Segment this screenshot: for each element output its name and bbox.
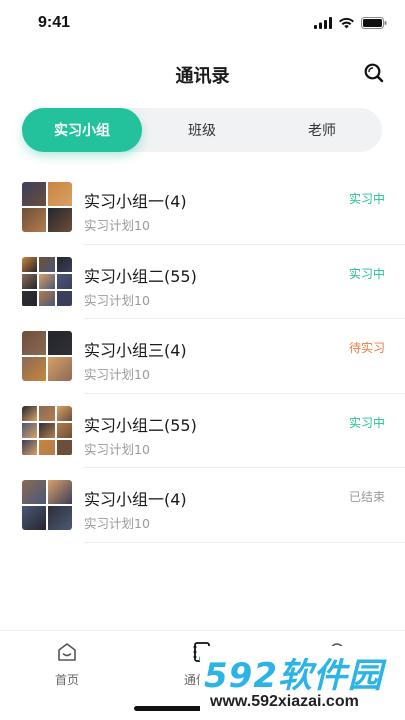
tab-teacher[interactable]: 老师 xyxy=(262,108,382,152)
home-icon xyxy=(58,643,76,661)
tab-class[interactable]: 班级 xyxy=(142,108,262,152)
group-avatar xyxy=(22,405,72,456)
status-badge: 待实习 xyxy=(348,341,385,355)
group-avatar xyxy=(22,256,72,307)
member-photo xyxy=(22,506,46,530)
group-plan: 实习计划10 xyxy=(84,367,150,382)
group-avatar xyxy=(22,480,72,530)
member-photo xyxy=(56,440,72,456)
list-item[interactable]: 实习小组一(4) 实习计划10 实习中 xyxy=(0,170,405,245)
status-bar: 9:41 xyxy=(0,0,405,48)
member-photo xyxy=(22,422,38,439)
watermark-logo: 592软件园 xyxy=(204,656,383,696)
nav-label-home: 首页 xyxy=(54,673,79,687)
member-photo xyxy=(39,256,55,272)
search-icon[interactable] xyxy=(363,62,385,84)
member-photo xyxy=(48,480,72,504)
tab-bar: 实习小组 班级 老师 xyxy=(22,108,382,152)
tab-internship-group[interactable]: 实习小组 xyxy=(22,108,142,152)
group-title: 实习小组一(4) xyxy=(84,192,187,211)
nav-item-home[interactable]: 首页 xyxy=(32,641,102,688)
battery-icon xyxy=(361,17,387,29)
group-title: 实习小组一(4) xyxy=(84,490,187,509)
member-photo xyxy=(22,331,46,355)
list-item[interactable]: 实习小组二(55) 实习计划10 实习中 xyxy=(0,394,405,468)
member-photo xyxy=(48,208,72,232)
group-avatar xyxy=(22,331,72,381)
member-photo xyxy=(39,273,55,290)
group-plan: 实习计划10 xyxy=(84,292,150,308)
status-badge: 实习中 xyxy=(348,415,385,430)
member-photo xyxy=(48,182,72,206)
member-photo xyxy=(22,273,38,290)
header: 通讯录 xyxy=(0,56,405,92)
group-avatar xyxy=(22,182,72,232)
member-photo xyxy=(56,256,72,272)
member-photo xyxy=(22,440,38,456)
member-photo xyxy=(56,273,72,290)
group-plan: 实习计划10 xyxy=(84,218,150,233)
status-time: 9:41 xyxy=(38,14,71,31)
cellular-signal-icon xyxy=(314,17,332,29)
status-badge: 实习中 xyxy=(348,266,385,281)
member-photo xyxy=(48,506,72,530)
member-photo xyxy=(22,291,38,307)
member-photo xyxy=(22,357,46,381)
group-title: 实习小组三(4) xyxy=(84,341,187,360)
list-item[interactable]: 实习小组三(4) 实习计划10 待实习 xyxy=(0,319,405,394)
watermark-url: www.592xiazai.com xyxy=(210,693,359,710)
member-photo xyxy=(48,331,72,355)
member-photo xyxy=(22,182,46,206)
page-title: 通讯录 xyxy=(175,66,230,87)
group-plan: 实习计划10 xyxy=(84,441,150,457)
member-photo xyxy=(22,256,38,272)
wifi-icon xyxy=(339,17,354,29)
watermark: 592软件园 www.592xiazai.com xyxy=(200,646,405,720)
list-item[interactable]: 实习小组一(4) 实习计划10 已结束 xyxy=(0,468,405,543)
member-photo xyxy=(39,422,55,439)
member-photo xyxy=(39,405,55,421)
status-badge: 已结束 xyxy=(348,490,385,504)
member-photo xyxy=(56,405,72,421)
group-plan: 实习计划10 xyxy=(84,516,150,531)
member-photo xyxy=(22,405,38,421)
list-item[interactable]: 实习小组二(55) 实习计划10 实习中 xyxy=(0,245,405,319)
member-photo xyxy=(56,422,72,439)
divider xyxy=(84,541,405,543)
member-photo xyxy=(22,480,46,504)
group-title: 实习小组二(55) xyxy=(84,415,197,435)
member-photo xyxy=(39,291,55,307)
status-badge: 实习中 xyxy=(348,192,385,206)
member-photo xyxy=(48,357,72,381)
member-photo xyxy=(56,291,72,307)
group-title: 实习小组二(55) xyxy=(84,266,197,286)
member-photo xyxy=(39,440,55,456)
group-list: 实习小组一(4) 实习计划10 实习中 实习小组二(55) 实习计划10 实习中… xyxy=(0,170,405,543)
status-icons xyxy=(314,17,387,29)
member-photo xyxy=(22,208,46,232)
